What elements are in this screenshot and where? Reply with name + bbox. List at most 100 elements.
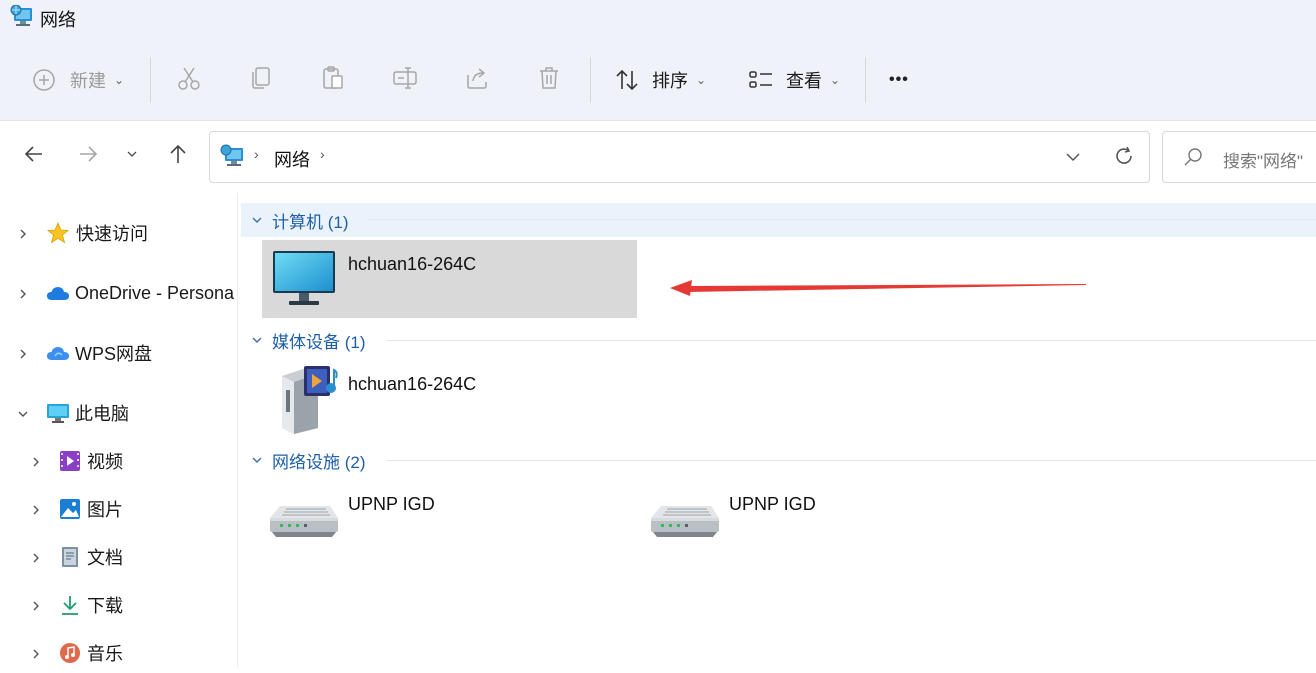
arrow-up-icon	[167, 143, 189, 170]
toolbar-separator	[150, 57, 151, 103]
sort-icon	[614, 67, 640, 93]
new-button-label: 新建	[70, 71, 106, 91]
chevron-down-icon: ⌄	[114, 73, 125, 87]
address-dropdown-icon[interactable]	[1064, 148, 1082, 171]
forward-button[interactable]	[72, 140, 104, 172]
sidebar-item-wps-drive[interactable]: WPS网盘	[46, 333, 152, 373]
sidebar-item-label: 快速访问	[76, 224, 148, 244]
rename-icon	[392, 65, 418, 96]
item-label: hchuan16-264C	[348, 254, 477, 274]
search-icon	[1183, 147, 1203, 172]
chevron-down-icon	[250, 333, 264, 347]
breadcrumb-separator-icon[interactable]: ›	[320, 146, 325, 162]
view-button[interactable]: 查看 ⌄	[748, 40, 840, 120]
group-header-media-devices[interactable]: 媒体设备 (1)	[240, 323, 366, 357]
address-bar[interactable]: › 网络 ›	[209, 131, 1150, 183]
network-icon	[10, 4, 36, 27]
sidebar-item-downloads[interactable]: 下载	[59, 585, 123, 625]
item-label: UPNP IGD	[348, 494, 435, 514]
group-divider	[386, 460, 1316, 461]
list-item[interactable]: hchuan16-264C	[262, 240, 637, 318]
trash-icon	[536, 65, 562, 96]
group-header-computers[interactable]: 计算机 (1)	[240, 203, 349, 237]
download-icon	[59, 594, 81, 616]
more-button[interactable]: •••	[889, 40, 909, 120]
cut-button[interactable]	[176, 40, 202, 120]
router-icon	[266, 500, 340, 545]
sidebar-item-pictures[interactable]: 图片	[59, 489, 123, 529]
list-item[interactable]: UPNP IGD	[643, 480, 1018, 558]
rename-button[interactable]	[392, 40, 418, 120]
sidebar-item-onedrive[interactable]: OneDrive - Persona	[46, 273, 237, 313]
monitor-icon	[272, 250, 336, 313]
picture-icon	[59, 498, 81, 520]
up-button[interactable]	[162, 140, 194, 172]
document-icon	[59, 546, 81, 568]
expand-chevron-icon[interactable]	[29, 455, 43, 469]
wps-cloud-icon	[46, 343, 70, 363]
expand-chevron-icon[interactable]	[29, 599, 43, 613]
sidebar-item-this-pc[interactable]: 此电脑	[46, 393, 129, 433]
group-header-highlight	[241, 203, 1316, 237]
search-input[interactable]: 搜索"网络"	[1162, 131, 1316, 183]
command-bar: 新建 ⌄ 排序 ⌄ 查看 ⌄ •••	[0, 40, 1316, 121]
network-icon	[220, 144, 246, 173]
expand-chevron-icon[interactable]	[16, 227, 30, 241]
sidebar-item-documents[interactable]: 文档	[59, 537, 123, 577]
share-button[interactable]	[464, 40, 490, 120]
sidebar-item-label: 此电脑	[75, 404, 129, 424]
delete-button[interactable]	[536, 40, 562, 120]
search-placeholder: 搜索"网络"	[1223, 152, 1304, 171]
sidebar-item-music[interactable]: 音乐	[59, 633, 123, 673]
item-label: UPNP IGD	[729, 494, 816, 514]
video-icon	[59, 450, 81, 472]
sort-button-label: 排序	[652, 71, 688, 91]
list-item[interactable]: UPNP IGD	[262, 480, 637, 558]
new-button[interactable]: 新建 ⌄	[32, 40, 124, 120]
expand-chevron-icon[interactable]	[29, 551, 43, 565]
title-bar	[0, 0, 1316, 40]
expand-chevron-icon[interactable]	[16, 287, 30, 301]
computer-icon	[46, 402, 70, 424]
view-button-label: 查看	[786, 71, 822, 91]
share-icon	[464, 65, 490, 96]
toolbar-separator	[865, 57, 866, 103]
chevron-down-icon	[250, 213, 264, 227]
recent-locations-button[interactable]	[116, 140, 148, 172]
annotation-arrow	[668, 276, 1088, 305]
sort-button[interactable]: 排序 ⌄	[614, 40, 706, 120]
sidebar-item-videos[interactable]: 视频	[59, 441, 123, 481]
sidebar-item-label: 视频	[87, 452, 123, 472]
expand-chevron-icon[interactable]	[29, 503, 43, 517]
scissors-icon	[176, 65, 202, 96]
chevron-down-icon: ⌄	[696, 73, 707, 87]
collapse-chevron-icon[interactable]	[16, 407, 30, 421]
refresh-icon[interactable]	[1113, 145, 1135, 172]
clipboard-icon	[320, 65, 346, 96]
sidebar-item-label: 文档	[87, 548, 123, 568]
group-title: 媒体设备 (1)	[272, 332, 366, 352]
back-button[interactable]	[18, 140, 50, 172]
list-item[interactable]: hchuan16-264C	[262, 360, 637, 438]
group-title: 计算机 (1)	[272, 212, 349, 232]
group-header-network-infrastructure[interactable]: 网络设施 (2)	[240, 443, 366, 477]
navigation-pane: 快速访问 OneDrive - Persona WPS网盘 此电脑 视频 图片 …	[0, 193, 238, 667]
breadcrumb-network[interactable]: 网络	[274, 146, 310, 172]
item-label: hchuan16-264C	[348, 374, 477, 394]
window-title: 网络	[40, 10, 76, 30]
expand-chevron-icon[interactable]	[29, 647, 43, 661]
sidebar-item-quick-access[interactable]: 快速访问	[46, 213, 148, 253]
expand-chevron-icon[interactable]	[16, 347, 30, 361]
cloud-icon	[46, 283, 70, 303]
add-circle-icon	[32, 68, 56, 92]
paste-button[interactable]	[320, 40, 346, 120]
arrow-left-icon	[23, 143, 45, 170]
toolbar-separator	[590, 57, 591, 103]
sidebar-item-label: 下载	[87, 596, 123, 616]
arrow-right-icon	[77, 143, 99, 170]
copy-button[interactable]	[248, 40, 274, 120]
sidebar-item-label: OneDrive - Persona	[75, 282, 235, 303]
group-divider	[368, 219, 1316, 220]
sidebar-item-label: 音乐	[87, 644, 123, 664]
sidebar-item-label: 图片	[87, 500, 123, 520]
